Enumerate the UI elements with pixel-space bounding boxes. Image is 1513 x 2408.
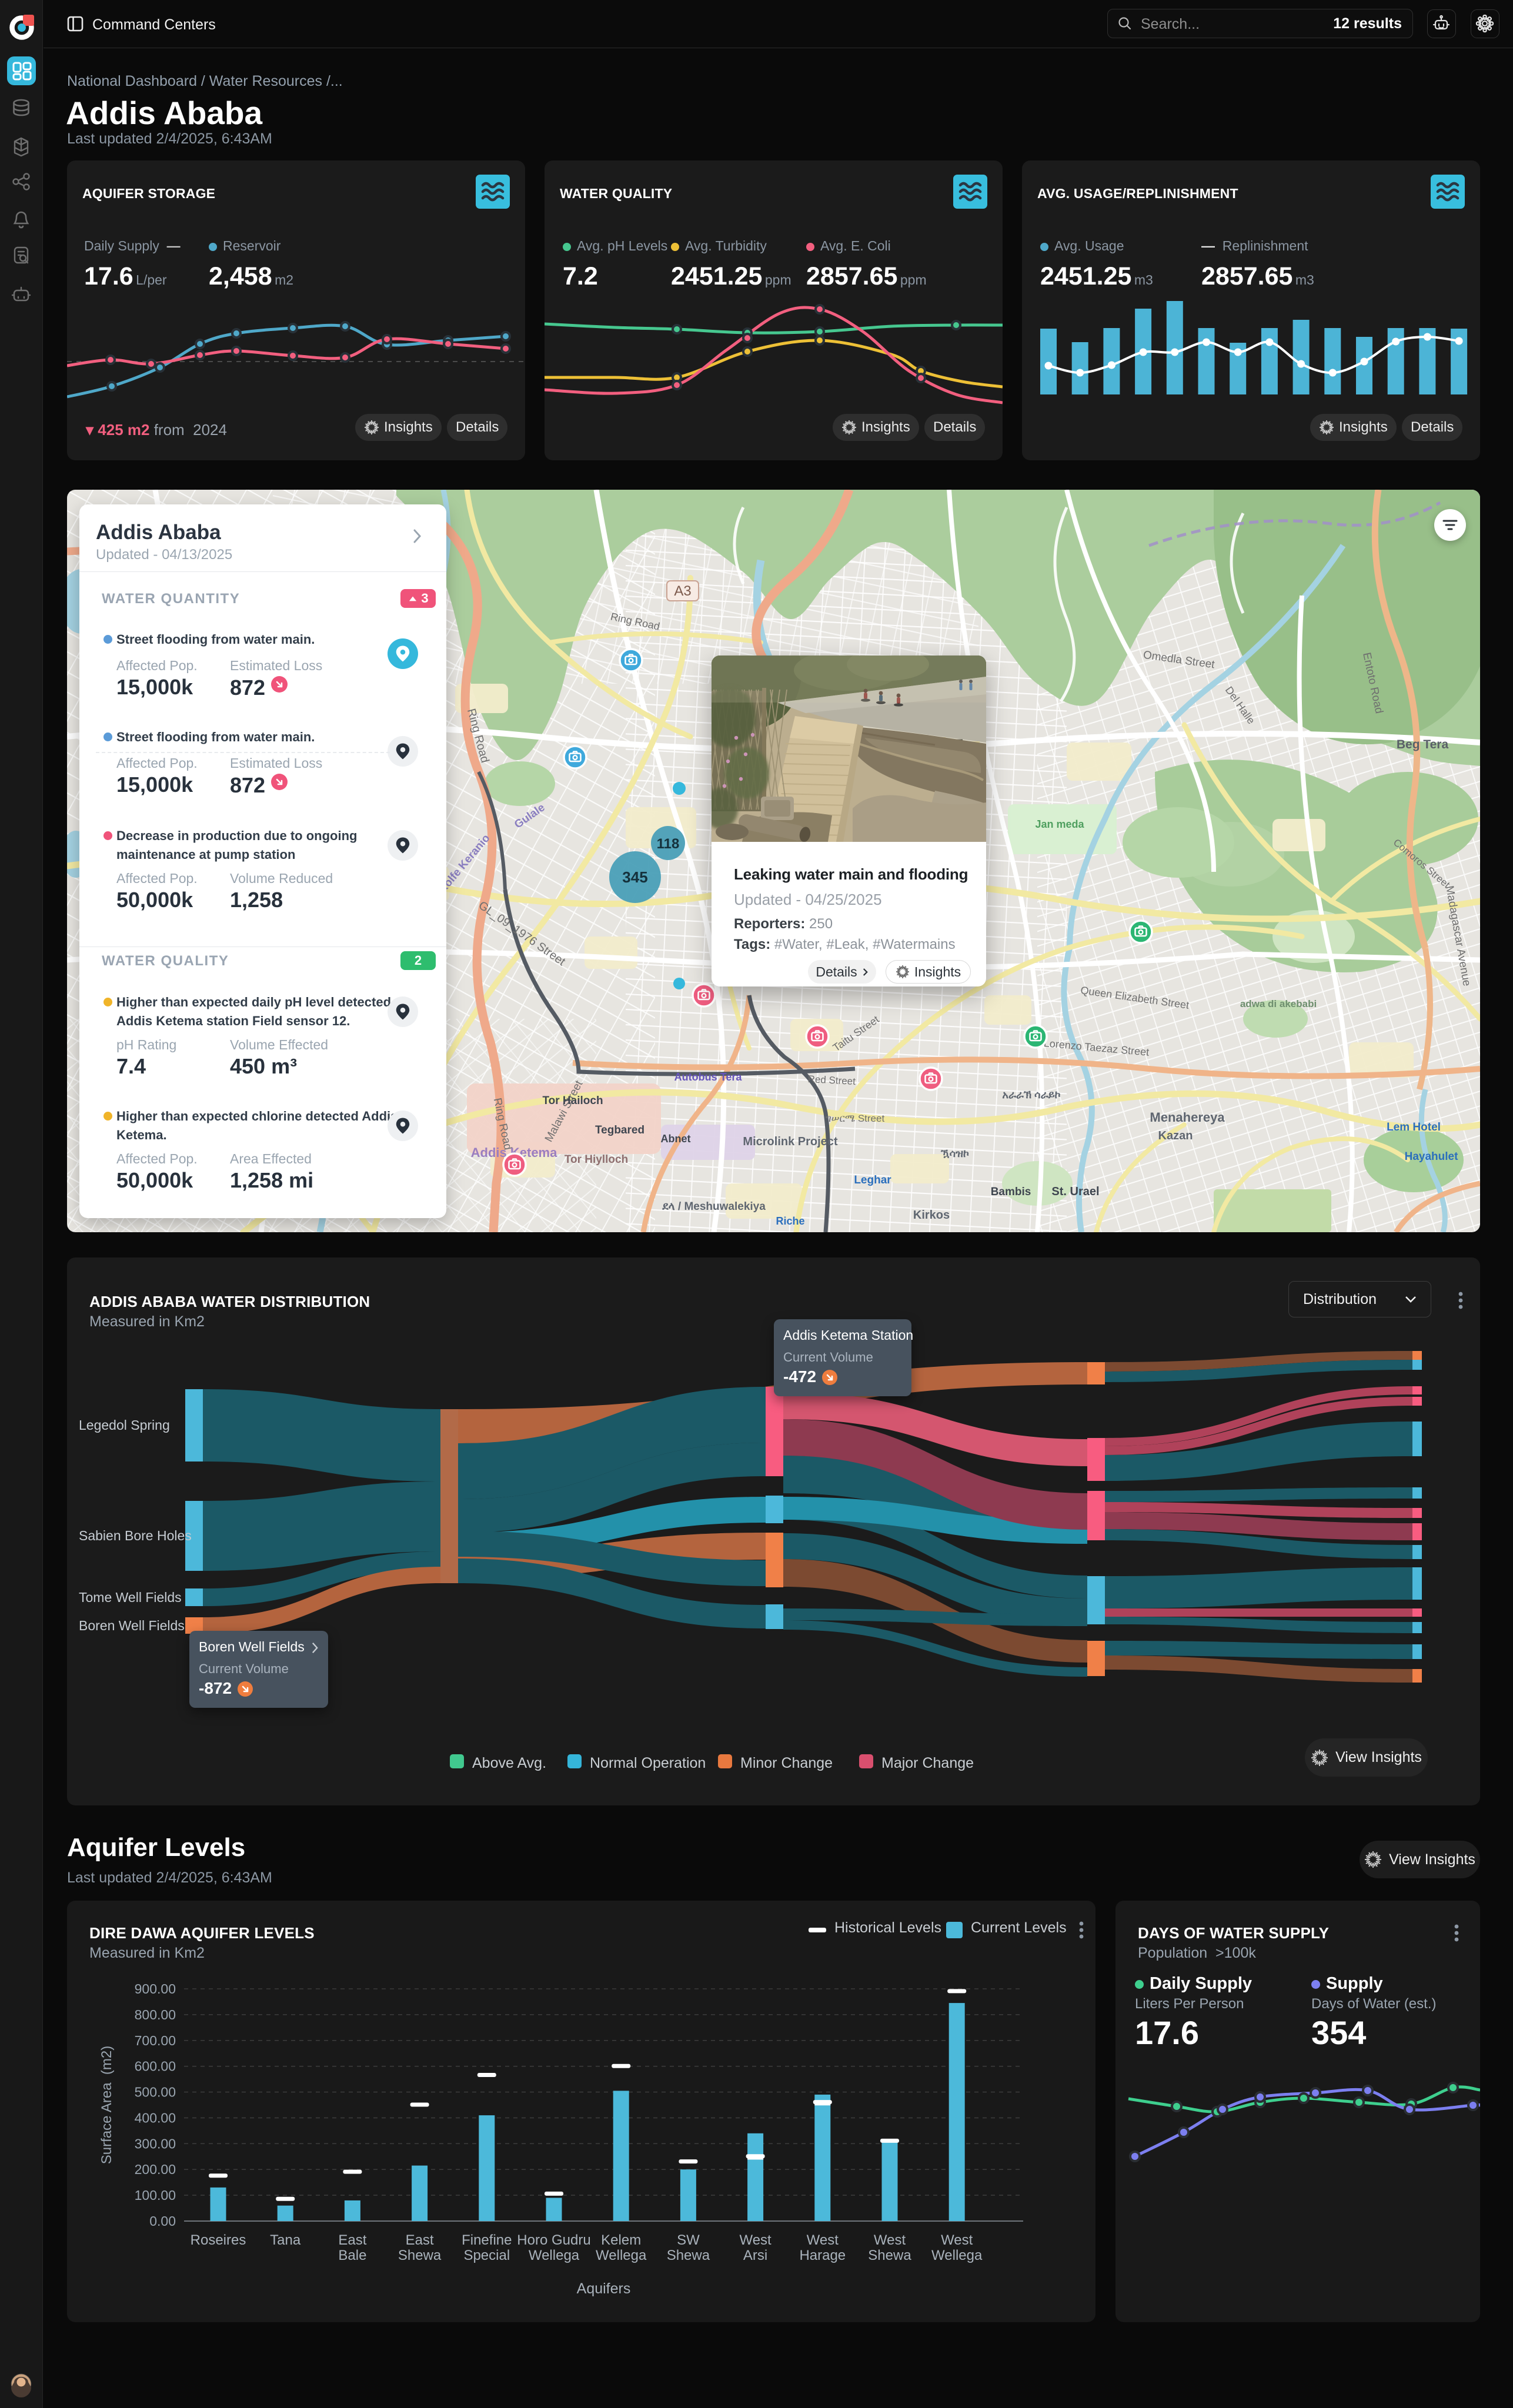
svg-text:Autobus Tera: Autobus Tera [674, 1071, 743, 1083]
svg-text:Bambis: Bambis [991, 1186, 1031, 1198]
svg-text:ዃሳዝኮ: ዃሳዝኮ [940, 1148, 969, 1159]
svg-text:900.00: 900.00 [135, 1981, 176, 1996]
svg-text:East: East [338, 2232, 366, 2248]
svg-text:118: 118 [657, 836, 680, 852]
svg-text:Roseires: Roseires [191, 2232, 246, 2248]
svg-text:600.00: 600.00 [135, 2059, 176, 2074]
svg-text:300.00: 300.00 [135, 2136, 176, 2151]
svg-text:500.00: 500.00 [135, 2085, 176, 2100]
svg-text:ግሠርሜ Street: ግሠርሜ Street [826, 1113, 885, 1124]
svg-text:700.00: 700.00 [135, 2033, 176, 2048]
svg-text:Wellega: Wellega [529, 2248, 580, 2263]
svg-text:Shewa: Shewa [868, 2248, 911, 2263]
svg-text:Special: Special [463, 2248, 510, 2263]
svg-text:Shewa: Shewa [398, 2248, 442, 2263]
svg-text:Tegbared: Tegbared [595, 1124, 644, 1136]
svg-text:St. Urael: St. Urael [1051, 1185, 1099, 1198]
svg-text:Leghar: Leghar [854, 1174, 891, 1186]
svg-text:Aquifers: Aquifers [577, 2280, 631, 2297]
svg-text:200.00: 200.00 [135, 2162, 176, 2177]
svg-text:Kazan: Kazan [1158, 1129, 1193, 1142]
svg-text:Shewa: Shewa [667, 2248, 710, 2263]
svg-text:Sabien Bore Holes: Sabien Bore Holes [79, 1528, 192, 1543]
svg-text:Bale: Bale [338, 2248, 366, 2263]
svg-text:Horo Gudru: Horo Gudru [517, 2232, 590, 2248]
svg-text:Tor Hailoch: Tor Hailoch [542, 1095, 603, 1107]
svg-text:100.00: 100.00 [135, 2188, 176, 2203]
svg-text:Microlink Project: Microlink Project [743, 1135, 837, 1148]
svg-text:Tana: Tana [270, 2232, 301, 2248]
svg-text:Hayahulet: Hayahulet [1405, 1151, 1458, 1163]
svg-text:Riche: Riche [776, 1215, 804, 1227]
svg-text:Jan meda: Jan meda [1035, 818, 1084, 830]
svg-text:Arsi: Arsi [743, 2248, 767, 2263]
svg-text:400.00: 400.00 [135, 2110, 176, 2125]
svg-text:Tome Well Fields: Tome Well Fields [79, 1590, 182, 1605]
svg-text:Wellega: Wellega [596, 2248, 647, 2263]
svg-text:Menahereya: Menahereya [1150, 1110, 1225, 1125]
svg-text:0.00: 0.00 [149, 2213, 176, 2229]
svg-text:Boren Well Fields: Boren Well Fields [79, 1618, 185, 1633]
svg-text:800.00: 800.00 [135, 2007, 176, 2022]
svg-text:SW: SW [677, 2232, 700, 2248]
svg-text:West: West [874, 2232, 906, 2248]
svg-text:West: West [941, 2232, 973, 2248]
svg-text:Finefine: Finefine [462, 2232, 512, 2248]
svg-text:West: West [807, 2232, 839, 2248]
svg-text:Abnet: Abnet [661, 1133, 691, 1145]
svg-text:345: 345 [622, 868, 647, 886]
svg-text:A3: A3 [674, 583, 691, 599]
svg-text:Beg Tera: Beg Tera [1397, 738, 1449, 751]
svg-text:Lem Hotel: Lem Hotel [1387, 1121, 1441, 1133]
svg-text:adwa di akebabi: adwa di akebabi [1240, 998, 1317, 1009]
svg-text:Harage: Harage [799, 2248, 846, 2263]
svg-text:Tor Hiylloch: Tor Hiylloch [565, 1153, 628, 1166]
svg-text:East: East [406, 2232, 434, 2248]
svg-text:Surface Area (m2): Surface Area (m2) [99, 2046, 115, 2164]
svg-text:Wellega: Wellega [931, 2248, 983, 2263]
svg-text:Legedol Spring: Legedol Spring [79, 1417, 170, 1433]
svg-text:West: West [739, 2232, 771, 2248]
svg-text:Kirkos: Kirkos [913, 1209, 950, 1222]
svg-text:አራራኽ ሳራይኮ: አራራኽ ሳራይኮ [1002, 1089, 1060, 1101]
svg-text:ደላ / Meshuwalekiya: ደላ / Meshuwalekiya [662, 1200, 766, 1213]
svg-text:Kelem: Kelem [601, 2232, 641, 2248]
